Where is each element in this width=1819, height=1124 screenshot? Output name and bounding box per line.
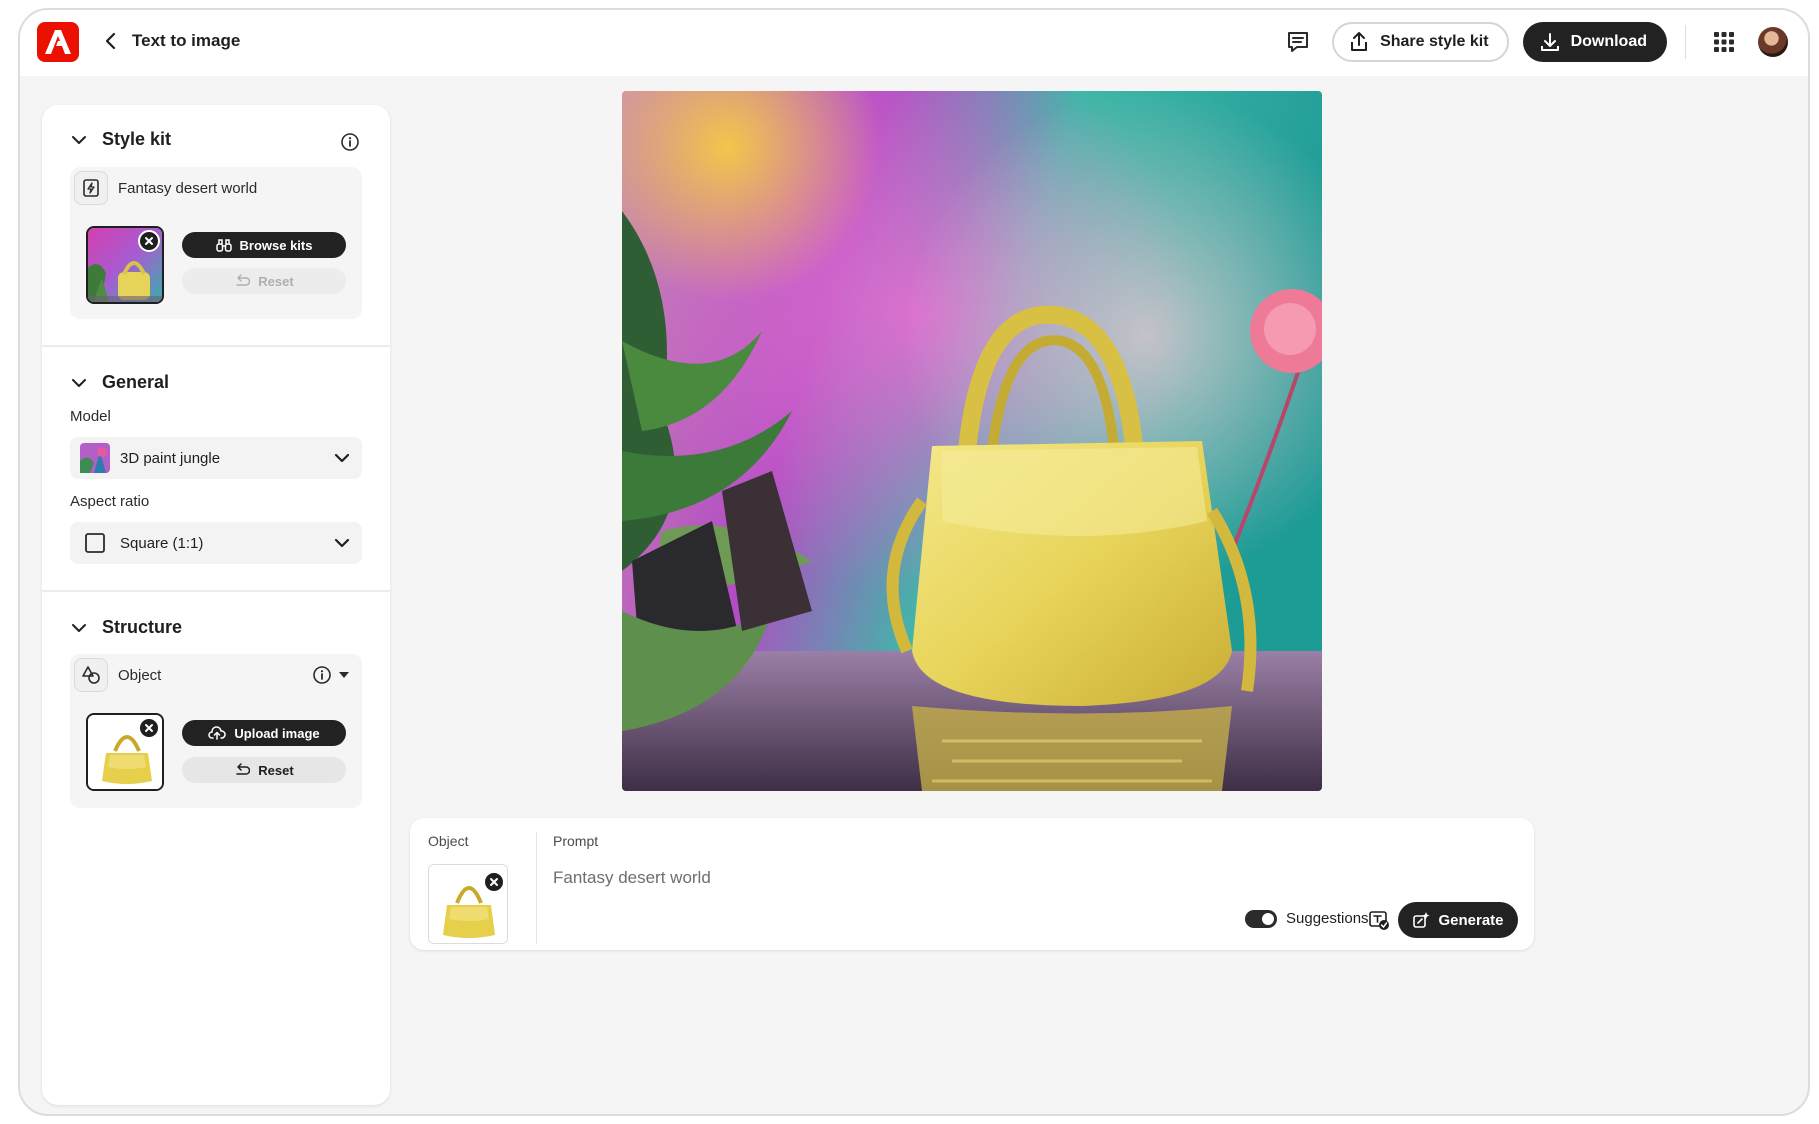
info-icon[interactable] — [312, 665, 332, 685]
structure-reset-label: Reset — [258, 762, 294, 778]
prompt-label: Prompt — [553, 833, 599, 849]
download-label: Download — [1570, 33, 1647, 50]
binoculars-icon — [215, 239, 232, 252]
model-value: 3D paint jungle — [120, 449, 221, 467]
general-header[interactable]: General — [70, 372, 169, 393]
browse-kits-button[interactable]: Browse kits — [182, 232, 346, 258]
chevron-down-icon — [334, 453, 350, 463]
structure-title: Structure — [102, 617, 183, 637]
close-icon — [145, 237, 153, 245]
settings-panel: Style kit Fantasy desert world Browse ki… — [42, 105, 390, 1105]
share-style-kit-button[interactable]: Share style kit — [1332, 22, 1509, 62]
chevron-down-icon — [334, 538, 350, 548]
general-title: General — [102, 372, 170, 392]
share-icon — [1351, 32, 1368, 51]
browse-kits-label: Browse kits — [239, 237, 313, 253]
section-divider — [42, 590, 390, 592]
structure-header[interactable]: Structure — [70, 617, 182, 638]
app-switcher-button[interactable] — [1704, 22, 1744, 62]
structure-thumbnail[interactable] — [86, 713, 164, 791]
generate-button[interactable]: Generate — [1398, 902, 1518, 938]
header-divider — [1685, 25, 1686, 59]
object-shape-icon — [74, 658, 108, 692]
caret-down-icon[interactable] — [338, 670, 350, 680]
chevron-left-icon — [105, 32, 116, 50]
generate-label: Generate — [1438, 911, 1504, 929]
style-kit-name: Fantasy desert world — [118, 179, 258, 197]
close-icon — [145, 724, 153, 732]
upload-image-button[interactable]: Upload image — [182, 720, 346, 746]
structure-reset-button[interactable]: Reset — [182, 757, 346, 783]
model-select[interactable]: 3D paint jungle — [70, 437, 362, 479]
object-label: Object — [428, 833, 469, 849]
style-kit-reset-label: Reset — [258, 273, 294, 289]
structure-card: Object Upload image Reset — [70, 654, 362, 808]
avatar[interactable] — [1758, 27, 1788, 57]
prompt-bar: Object Prompt Fantasy desert world Sugge… — [410, 818, 1534, 950]
square-icon — [85, 533, 105, 553]
aspect-ratio-select[interactable]: Square (1:1) — [70, 522, 362, 564]
model-label: Model — [70, 408, 111, 425]
style-kit-reset-button[interactable]: Reset — [182, 268, 346, 294]
download-icon — [1540, 33, 1559, 51]
prompt-input[interactable]: Fantasy desert world — [553, 868, 711, 888]
close-icon — [490, 878, 498, 886]
back-link[interactable]: Text to image — [100, 30, 240, 52]
generate-icon — [1413, 912, 1430, 928]
style-kit-card: Fantasy desert world Browse kits Reset — [70, 167, 362, 319]
info-icon[interactable] — [340, 132, 360, 152]
reset-icon — [236, 763, 251, 775]
upload-cloud-icon — [208, 726, 227, 740]
section-divider — [42, 345, 390, 347]
style-kit-title: Style kit — [102, 129, 172, 149]
remove-style-kit-button[interactable] — [138, 230, 160, 252]
comment-icon — [1288, 32, 1309, 52]
model-thumbnail — [80, 443, 110, 473]
aspect-ratio-value: Square (1:1) — [120, 534, 204, 552]
prompt-divider — [536, 832, 537, 944]
app-grid-icon — [1714, 32, 1734, 52]
suggestions-icon[interactable] — [1368, 909, 1390, 931]
suggestions-toggle[interactable] — [1245, 910, 1277, 928]
top-header: Text to image Share style kit Download — [20, 10, 1808, 76]
reset-icon — [236, 274, 251, 286]
object-thumbnail[interactable] — [428, 864, 508, 944]
app-window: Text to image Share style kit Download S… — [18, 8, 1810, 1116]
adobe-logo-icon[interactable] — [37, 22, 79, 62]
style-kit-thumbnail[interactable] — [86, 226, 164, 304]
generated-image-art — [622, 91, 1322, 791]
structure-type-select[interactable]: Object — [74, 658, 161, 692]
download-button[interactable]: Download — [1522, 22, 1667, 62]
chevron-down-icon — [72, 378, 86, 387]
aspect-ratio-label: Aspect ratio — [70, 493, 150, 510]
back-label: Text to image — [132, 31, 241, 50]
structure-type-value: Object — [118, 666, 162, 684]
style-kit-icon — [74, 171, 108, 205]
chevron-down-icon — [72, 135, 86, 144]
style-kit-header[interactable]: Style kit — [70, 129, 171, 150]
remove-structure-image-button[interactable] — [138, 717, 160, 739]
chevron-down-icon — [72, 623, 86, 632]
suggestions-label: Suggestions — [1286, 910, 1369, 927]
generated-image[interactable] — [622, 91, 1322, 791]
share-label: Share style kit — [1380, 33, 1489, 50]
comment-button[interactable] — [1278, 22, 1318, 62]
upload-image-label: Upload image — [234, 725, 320, 741]
remove-object-button[interactable] — [483, 871, 505, 893]
